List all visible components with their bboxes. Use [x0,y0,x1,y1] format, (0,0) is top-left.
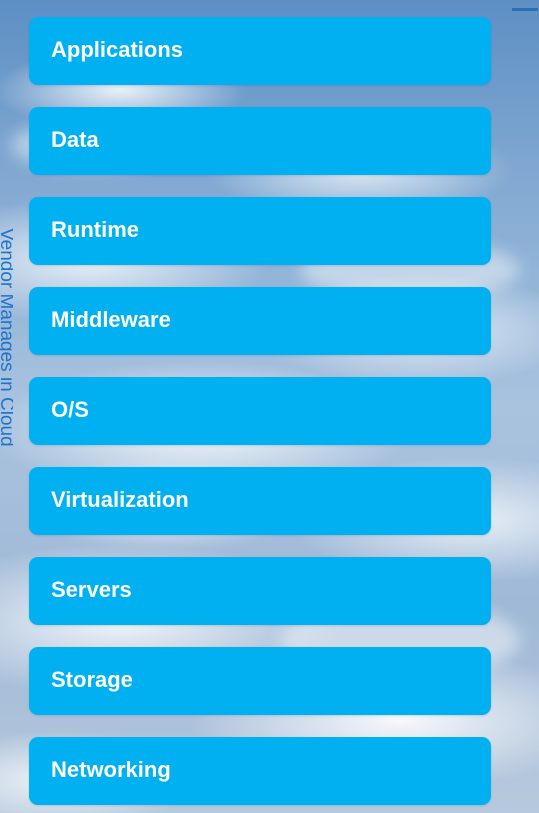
layer-os: O/S [29,377,491,445]
side-label-container: Vendor Manages in Cloud [0,228,13,558]
layer-stack: Applications Data Runtime Middleware O/S… [29,17,491,805]
layer-servers: Servers [29,557,491,625]
side-label: Vendor Manages in Cloud [0,228,13,447]
layer-middleware: Middleware [29,287,491,355]
layer-networking: Networking [29,737,491,805]
layer-data: Data [29,107,491,175]
top-rule-line [512,8,538,11]
layer-applications: Applications [29,17,491,85]
layer-storage: Storage [29,647,491,715]
layer-runtime: Runtime [29,197,491,265]
layer-virtualization: Virtualization [29,467,491,535]
